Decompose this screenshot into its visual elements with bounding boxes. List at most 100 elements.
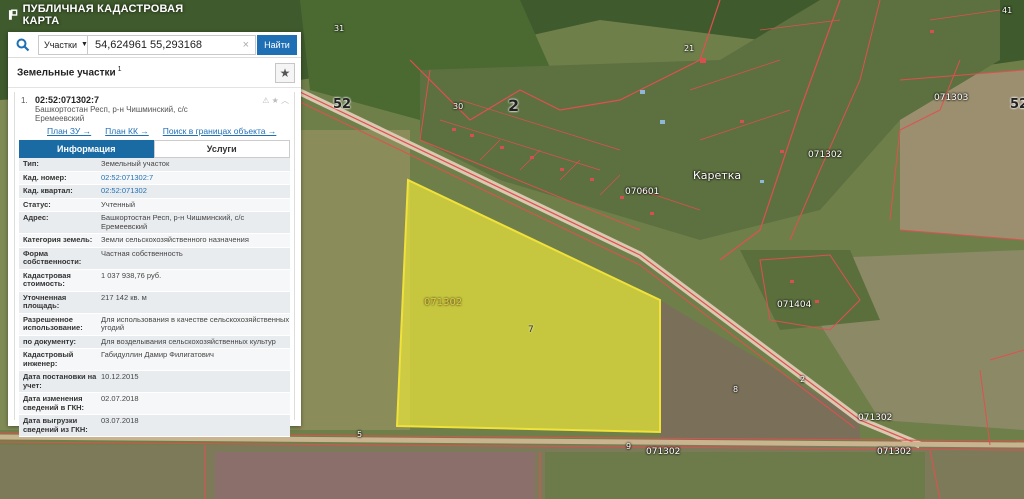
attribute-row: Кад. номер: 02:52:071302:7 <box>19 171 290 185</box>
warning-icon[interactable]: ⚠ <box>262 96 269 105</box>
plan-zu-link[interactable]: План ЗУ → <box>47 126 91 136</box>
attribute-key: Категория земель: <box>23 235 93 244</box>
village-label: Каретка <box>693 169 742 182</box>
attribute-row: Адрес: Башкортостан Респ, р-н Чишминский,… <box>19 212 290 234</box>
attribute-row: Дата выгрузки сведений из ГКН: 03.07.2018 <box>19 415 290 437</box>
quarter-label: 071302 <box>646 447 681 457</box>
attribute-row: Уточненная площадь: 217 142 кв. м <box>19 291 290 314</box>
attribute-key: Кад. квартал: <box>23 186 73 195</box>
attribute-value: Учтенный <box>101 199 136 209</box>
result-body: 02:52:071302:7 Башкортостан Респ, р-н Чи… <box>35 95 290 123</box>
attribute-row: Тип: Земельный участок <box>19 158 290 172</box>
attribute-row: Форма собственности: Частная собственност… <box>19 247 290 270</box>
star-icon[interactable]: ★ <box>275 62 295 83</box>
attribute-value: Башкортостан Респ, р-н Чишминский, с/с Е… <box>101 213 245 231</box>
parcel-number-label: 41 <box>1002 6 1013 15</box>
attribute-row: Дата постановки на учет: 10.12.2015 <box>19 371 290 393</box>
attribute-row: по документу: Для возделывания сельскохоз… <box>19 335 290 349</box>
search-scope-select[interactable]: Участки ▼ <box>38 34 88 55</box>
parcel-number-label: 31 <box>334 24 345 33</box>
quarter-label: 071302 <box>808 150 843 160</box>
attribute-row: Дата изменения сведений в ГКН: 02.07.2018 <box>19 393 290 415</box>
find-button[interactable]: Найти <box>257 34 297 55</box>
attribute-row: Разрешенное использование: Для использова… <box>19 313 290 336</box>
attribute-key: Дата выгрузки сведений из ГКН: <box>23 416 88 434</box>
collapse-icon[interactable]: ︿ <box>281 96 289 105</box>
result-tabs: Информация Услуги <box>19 140 290 158</box>
result-address: Башкортостан Респ, р-н Чишминский, с/с Е… <box>35 105 188 123</box>
road-number-label: 52 <box>333 97 352 112</box>
attribute-row: Кадастровая стоимость: 1 037 938,76 руб. <box>19 269 290 292</box>
result-actions: ⚠ ★ ︿ <box>262 95 289 106</box>
attribute-key: Форма собственности: <box>23 248 82 266</box>
attribute-key: Дата постановки на учет: <box>23 372 97 390</box>
attribute-value[interactable]: 02:52:071302 <box>101 186 290 196</box>
parcel-number-label: 5 <box>357 430 363 439</box>
result-header: 1. 02:52:071302:7 Башкортостан Респ, р-н… <box>15 92 294 123</box>
quarter-label: 070601 <box>625 187 660 197</box>
app-title: ПУБЛИЧНАЯ КАДАСТРОВАЯ КАРТА <box>22 3 184 27</box>
attribute-row: Кадастровый инженер: Габидуллин Дамир Фил… <box>19 349 290 371</box>
attribute-row: Кад. квартал: 02:52:071302 <box>19 185 290 199</box>
tab-info[interactable]: Информация <box>19 140 154 158</box>
info-panel: Участки ▼ 54,624961 55,293168 × Найти Зе… <box>8 32 301 437</box>
attribute-key: Адрес: <box>23 213 49 222</box>
attribute-value: Для возделывания сельскохозяйственных ку… <box>101 336 276 346</box>
attribute-value: Габидуллин Дамир Филигатович <box>101 350 214 359</box>
search-input[interactable]: 54,624961 55,293168 × <box>88 34 256 55</box>
attribute-value: Земельный участок <box>101 159 170 168</box>
quarter-label: 071303 <box>934 93 969 103</box>
attribute-value: 03.07.2018 <box>101 416 139 425</box>
attribute-key: Тип: <box>23 159 39 168</box>
attribute-row: Категория земель: Земли сельскохозяйствен… <box>19 234 290 248</box>
results-title-text: Земельные участки <box>17 67 116 79</box>
attribute-key: Кад. номер: <box>23 172 67 182</box>
attribute-value: 10.12.2015 <box>101 372 139 381</box>
attribute-key: Кадастровый инженер: <box>23 350 74 368</box>
plan-kk-link[interactable]: План КК → <box>105 126 149 136</box>
result-index: 1. <box>21 96 28 105</box>
parcel-number-label: 30 <box>453 102 464 111</box>
attribute-value: 1 037 938,76 руб. <box>101 270 162 280</box>
star-icon[interactable]: ★ <box>272 96 279 105</box>
attribute-key: по документу: <box>23 336 77 346</box>
search-icon[interactable] <box>8 32 38 58</box>
attributes-table: Тип: Земельный участок Кад. номер: 02:52:07… <box>19 158 290 437</box>
result-cad-number[interactable]: 02:52:071302:7 <box>35 95 290 105</box>
parcel-number-label: 2 <box>800 375 806 384</box>
parcel-number-label: 9 <box>626 442 632 451</box>
attribute-key: Уточненная площадь: <box>23 292 67 310</box>
attribute-key: Дата изменения сведений в ГКН: <box>23 394 85 412</box>
results-count: 1 <box>117 66 122 74</box>
result-links: План ЗУ → План КК → Поиск в границах объ… <box>15 123 294 140</box>
attribute-value: 217 142 кв. м <box>101 292 147 302</box>
search-bar: Участки ▼ 54,624961 55,293168 × Найти <box>8 32 301 58</box>
app-header: ПУБЛИЧНАЯ КАДАСТРОВАЯ КАРТА <box>0 0 215 30</box>
results-title: Земельные участки 1 <box>17 66 122 78</box>
attribute-key: Разрешенное использование: <box>23 314 83 332</box>
tab-services[interactable]: Услуги <box>153 140 290 158</box>
parcel-number-label: 21 <box>684 44 695 53</box>
attribute-value: Частная собственность <box>101 248 183 258</box>
results-header: Земельные участки 1 ★ <box>8 58 301 88</box>
attribute-value: 02.07.2018 <box>101 394 139 403</box>
quarter-label: 071302 <box>858 413 893 423</box>
parcel-number-label: 7 <box>528 325 534 335</box>
attribute-key: Кадастровая стоимость: <box>23 270 71 288</box>
clear-icon[interactable]: × <box>243 39 249 51</box>
quarter-label: 071404 <box>777 300 812 310</box>
search-input-value: 54,624961 55,293168 <box>95 38 203 51</box>
rosreestr-logo-icon <box>8 9 18 20</box>
road-number-label: 2 <box>508 96 520 115</box>
quarter-label: 071302 <box>877 447 912 457</box>
result-item: 1. 02:52:071302:7 Башкортостан Респ, р-н… <box>14 92 295 437</box>
quarter-label: 071302 <box>424 297 463 308</box>
attribute-value: Для использования в качестве сельскохозя… <box>101 314 290 332</box>
road-number-label: 52 <box>1010 97 1024 112</box>
attribute-value: Земли сельскохозяйственного назначения <box>101 235 249 244</box>
attribute-value[interactable]: 02:52:071302:7 <box>101 173 290 183</box>
search-scope-value: Участки <box>44 39 77 50</box>
search-in-bounds-link[interactable]: Поиск в границах объекта → <box>163 126 277 136</box>
parcel-number-label: 8 <box>733 385 739 394</box>
attribute-key: Статус: <box>23 199 51 209</box>
